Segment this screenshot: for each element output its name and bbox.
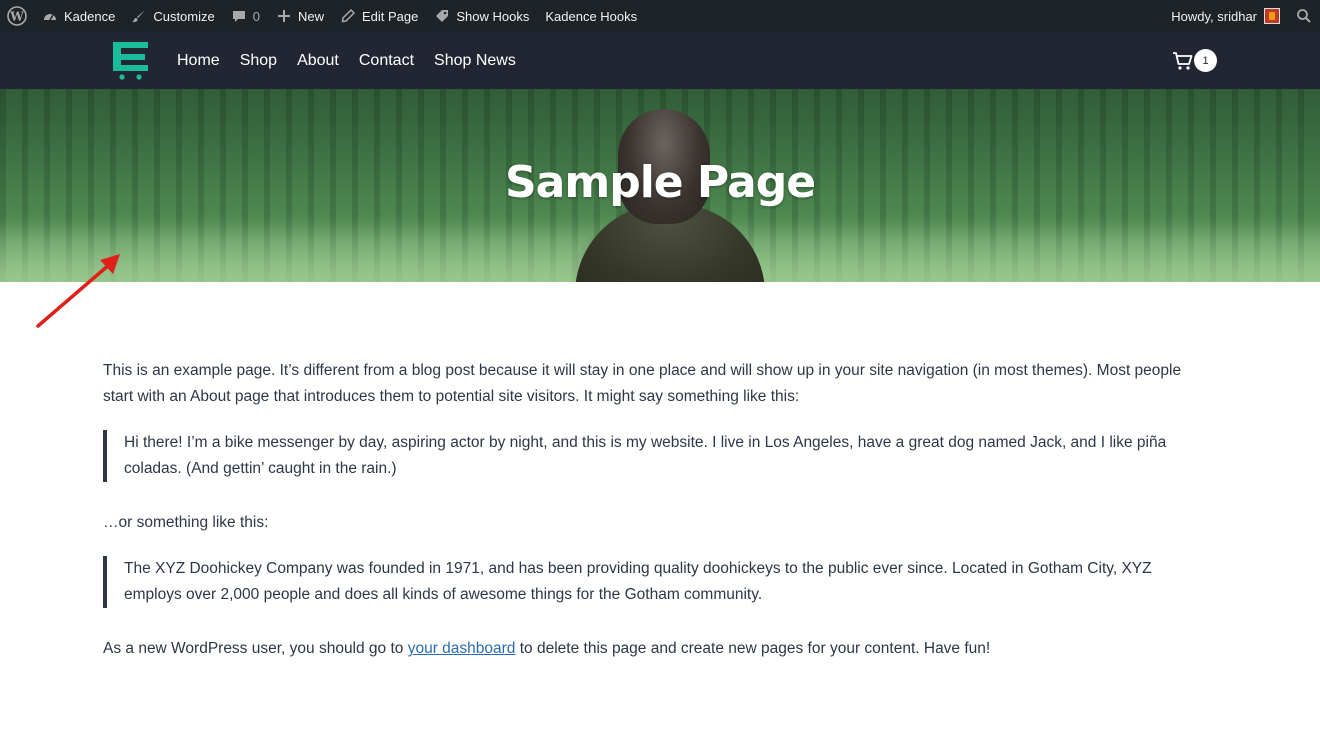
search-icon [1296, 8, 1312, 24]
blockquote-xyz-company: The XYZ Doohickey Company was founded in… [103, 556, 1213, 608]
outro-paragraph: As a new WordPress user, you should go t… [103, 636, 1213, 662]
edit-page-label: Edit Page [362, 8, 419, 24]
site-header: Home Shop About Contact Shop News 1 [0, 32, 1320, 89]
dashboard-link[interactable]: your dashboard [408, 640, 516, 657]
svg-text:W: W [9, 10, 24, 24]
nav-shop[interactable]: Shop [230, 52, 287, 70]
wordpress-icon: W [7, 6, 27, 26]
nav-shop-news[interactable]: Shop News [424, 52, 526, 70]
cart-logo-icon [113, 42, 148, 80]
blockquote-bike-messenger: Hi there! I’m a bike messenger by day, a… [103, 430, 1213, 482]
nav-about[interactable]: About [287, 52, 349, 70]
annotation-arrow-icon [36, 254, 120, 328]
my-account-menu[interactable]: Howdy, sridhar [1163, 0, 1288, 32]
show-hooks-label: Show Hooks [456, 8, 530, 24]
admin-search[interactable] [1288, 0, 1320, 32]
paintbrush-icon [131, 8, 147, 24]
wordpress-menu[interactable]: W [0, 0, 34, 32]
admin-bar-right: Howdy, sridhar [1163, 0, 1320, 32]
page-hero: Sample Page [0, 89, 1320, 282]
kadence-hooks-label: Kadence Hooks [545, 8, 638, 24]
new-content-menu[interactable]: New [268, 0, 332, 32]
site-name-menu[interactable]: Kadence [34, 0, 123, 32]
cart-button[interactable]: 1 [1172, 47, 1220, 75]
dashboard-icon [42, 8, 58, 24]
site-name-label: Kadence [64, 8, 116, 24]
show-hooks-link[interactable]: Show Hooks [426, 0, 537, 32]
quote-text: The XYZ Doohickey Company was founded in… [124, 560, 1152, 603]
outro-text-after: to delete this page and create new pages… [515, 640, 991, 657]
plus-icon [276, 8, 292, 24]
customize-label: Customize [153, 8, 215, 24]
page-title: Sample Page [504, 157, 816, 208]
new-label: New [297, 8, 324, 24]
avatar [1264, 8, 1280, 24]
admin-bar: W Kadence Customize 0 New Edit Page Show… [0, 0, 1320, 32]
intro-paragraph: This is an example page. It’s different … [103, 362, 1182, 405]
comments-link[interactable]: 0 [223, 0, 268, 32]
tag-icon [434, 8, 450, 24]
quote-text: Hi there! I’m a bike messenger by day, a… [124, 434, 1167, 477]
edit-page-link[interactable]: Edit Page [332, 0, 426, 32]
howdy-label: Howdy, sridhar [1171, 8, 1257, 24]
primary-navigation: Home Shop About Contact Shop News [167, 32, 526, 89]
cart-icon [1173, 52, 1193, 70]
kadence-hooks-link[interactable]: Kadence Hooks [537, 0, 645, 32]
page-content: This is an example page. It’s different … [103, 358, 1213, 682]
nav-contact[interactable]: Contact [349, 52, 424, 70]
pencil-icon [340, 8, 356, 24]
cart-count-badge: 1 [1194, 49, 1217, 72]
nav-home[interactable]: Home [167, 52, 230, 70]
comments-count: 0 [252, 8, 260, 24]
customize-link[interactable]: Customize [123, 0, 222, 32]
site-logo[interactable] [108, 39, 152, 81]
admin-bar-left: W Kadence Customize 0 New Edit Page Show… [0, 0, 645, 32]
outro-text-before: As a new WordPress user, you should go t… [103, 640, 408, 657]
middle-paragraph: …or something like this: [103, 514, 269, 531]
comment-icon [231, 8, 247, 24]
